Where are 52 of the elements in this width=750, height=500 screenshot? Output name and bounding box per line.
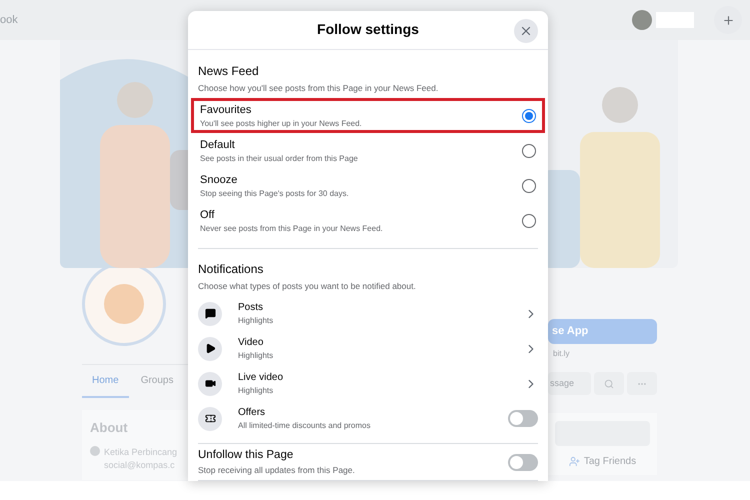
section-title: Notifications	[198, 261, 264, 278]
notification-row[interactable]: Posts Highlights	[198, 299, 538, 328]
section-title: News Feed	[198, 62, 260, 80]
toggle-switch[interactable]	[508, 410, 538, 427]
notification-description: All limited-time discounts and promos	[238, 420, 370, 432]
option-label: Off	[200, 208, 216, 222]
feed-option[interactable]: Off Never see posts from this Page in your News Feed.	[191, 203, 545, 238]
radio-button[interactable]	[522, 144, 536, 158]
radio-button[interactable]	[522, 108, 536, 123]
option-description: You'll see posts higher up in your News Feed.	[200, 118, 362, 130]
plus-icon	[722, 14, 734, 26]
radio-button[interactable]	[522, 178, 536, 193]
dialog-title: Follow settings	[317, 20, 419, 40]
video-camera-icon	[198, 372, 222, 396]
notification-label: Video	[238, 336, 264, 350]
search-button[interactable]	[594, 372, 624, 395]
notification-description: Highlights	[238, 350, 274, 362]
notification-label: Posts	[238, 301, 264, 315]
radio-button[interactable]	[522, 214, 536, 228]
option-description: See posts in their usual order from this Page	[200, 153, 358, 165]
notification-label: Live video	[238, 371, 284, 385]
feed-option[interactable]: Snooze Stop seeing this Page's posts for 30 days.	[191, 168, 545, 204]
option-label: Default	[200, 138, 236, 152]
option-label: Snooze	[200, 172, 238, 188]
notification-description: Highlights	[238, 315, 274, 327]
search-icon	[604, 378, 614, 388]
about-title: About	[90, 419, 129, 437]
option-description: Never see posts from this Page in your News Feed.	[200, 223, 383, 235]
close-button[interactable]	[514, 19, 538, 43]
section-subtitle: Choose what types of posts you want to be notified about.	[198, 280, 417, 293]
play-icon	[198, 336, 222, 360]
notification-description: Highlights	[238, 385, 274, 397]
feed-option[interactable]: Default See posts in their usual order from this Page	[191, 133, 545, 168]
speech-bubble-icon	[198, 302, 222, 326]
toggle-switch[interactable]	[508, 454, 538, 470]
notification-row[interactable]: Video Highlights	[198, 334, 538, 363]
close-icon	[519, 24, 533, 38]
ticket-icon	[198, 406, 222, 430]
tag-friends-icon	[568, 456, 580, 467]
option-description: Stop seeing this Page's posts for 30 days.	[200, 188, 349, 200]
notification-row[interactable]: Live video Highlights	[198, 369, 538, 398]
notification-label: Offers	[238, 406, 266, 420]
create-button[interactable]	[714, 6, 742, 34]
app-caption: bit.ly	[552, 348, 570, 360]
notification-row[interactable]: Offers All limited-time discounts and promos	[198, 404, 538, 433]
avatar[interactable]	[632, 10, 652, 30]
unfollow-description: Stop receiving all updates from this Page.	[198, 464, 355, 477]
section-subtitle: Choose how you'll see posts from this Page in your News Feed.	[198, 82, 440, 94]
feed-option[interactable]: Favourites You'll see posts higher up in your News Feed.	[191, 98, 545, 134]
info-icon	[90, 446, 100, 456]
option-label: Favourites	[200, 102, 252, 118]
unfollow-title: Unfollow this Page	[198, 448, 294, 463]
